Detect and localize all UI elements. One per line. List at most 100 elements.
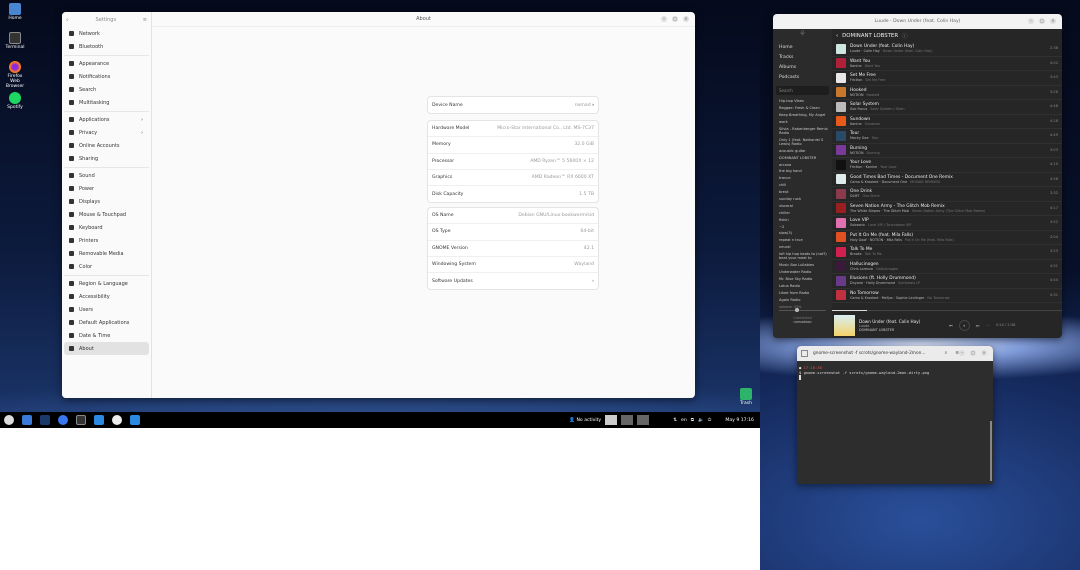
track-album[interactable]: Talk To Me (865, 252, 882, 256)
track-artists[interactable]: Dnyone · Holly Drummond (850, 281, 895, 285)
info-row-software-updates[interactable]: Software Updates › (428, 273, 598, 289)
track-row[interactable]: Hooked NOTION Hooked 3:26 (832, 86, 1062, 100)
workspace-1[interactable] (605, 415, 618, 425)
sidebar-item-applications[interactable]: Applications › (64, 113, 149, 126)
track-artists[interactable]: Sub Focus (850, 107, 867, 111)
workspace-2[interactable] (621, 415, 634, 425)
nav-podcasts[interactable]: Podcasts (773, 73, 832, 83)
track-artists[interactable]: Camo & Krooked · Document One (850, 180, 907, 184)
sidebar-item-default-applications[interactable]: Default Applications (64, 316, 149, 329)
track-album[interactable]: Tour (872, 136, 879, 140)
close-button[interactable]: × (1050, 18, 1056, 24)
track-album[interactable]: Solar System / Siren (870, 107, 904, 111)
track-album[interactable]: Burning (866, 151, 879, 155)
playlist-item[interactable]: neural (773, 245, 832, 249)
track-album[interactable]: Set Me Free (865, 78, 885, 82)
track-album[interactable]: Hallucinogen (876, 267, 898, 271)
track-artists[interactable]: NOTION (850, 151, 863, 155)
sidebar-item-keyboard[interactable]: Keyboard (64, 221, 149, 234)
device-name[interactable]: nomadeep (773, 320, 832, 324)
next-icon[interactable]: ⏭ (976, 323, 980, 328)
playlist-item[interactable]: repeat n true (773, 238, 832, 242)
search-input[interactable]: Search (776, 86, 829, 95)
sidebar-item-color[interactable]: Color (64, 260, 149, 273)
sidebar-item-privacy[interactable]: Privacy › (64, 126, 149, 139)
track-album[interactable]: Sundown (865, 122, 881, 126)
sidebar-item-printers[interactable]: Printers (64, 234, 149, 247)
taskbar-app-steam[interactable] (40, 415, 50, 425)
sidebar-item-online-accounts[interactable]: Online Accounts (64, 139, 149, 152)
sidebar-item-bluetooth[interactable]: Bluetooth (64, 40, 149, 53)
playlist-item[interactable]: Lotus Radio (773, 284, 832, 288)
taskbar-app-terminal[interactable] (76, 415, 86, 425)
track-artists[interactable]: DLMT (850, 194, 860, 198)
track-artists[interactable]: Subsonic (850, 223, 865, 227)
track-album[interactable]: Your Love (880, 165, 896, 169)
nav-home[interactable]: Home (773, 43, 832, 53)
playlist-item[interactable]: Silvia - Rabenberger Remix Radio (773, 127, 832, 135)
taskbar-app-visual-studio-code[interactable] (94, 415, 104, 425)
track-artists[interactable]: Luude · Colin Hay (850, 49, 880, 53)
playlist-item[interactable]: fishin (773, 218, 832, 222)
taskbar-app-debian[interactable] (4, 415, 14, 425)
track-row[interactable]: Love VIP Subsonic Love VIP / Touchdown VIP… (832, 216, 1062, 231)
volume-icon[interactable]: 🔈 (698, 418, 704, 423)
track-artists[interactable]: Chris Lorenzo (850, 267, 873, 271)
playlist-item[interactable]: trance (773, 176, 832, 180)
playlist-item[interactable]: ~2 (773, 225, 832, 229)
track-album[interactable]: Symbiosis LP (898, 281, 920, 285)
track-artists[interactable]: Camo & Krooked · Mefjus · Sophie Linding… (850, 296, 924, 300)
close-button[interactable]: × (981, 350, 987, 356)
playlist-item[interactable]: Liked from Radio (773, 291, 832, 295)
track-row[interactable]: Talk To Me Brooks Talk To Me 3:23 (832, 245, 1062, 260)
keyboard-layout[interactable]: en (681, 418, 687, 423)
sidebar-item-network[interactable]: Network (64, 27, 149, 40)
playlist-item[interactable]: arcana (773, 163, 832, 167)
desktop-icon-trash[interactable]: Trash (733, 388, 759, 406)
minimize-button[interactable]: – (959, 350, 965, 356)
device-name-card[interactable]: Device Name nomad › (428, 97, 598, 114)
track-artists[interactable]: Kanine (850, 64, 862, 68)
track-artists[interactable]: Friction (850, 78, 862, 82)
network-icon[interactable]: ⧉ (691, 417, 694, 423)
volume-slider[interactable] (779, 307, 826, 312)
playlist-item[interactable]: the big hand (773, 169, 832, 173)
track-row[interactable]: Set Me Free Friction Set Me Free 3:43 (832, 71, 1062, 86)
track-artists[interactable]: Holy Goof · NOTION · Mila Falls (850, 238, 902, 242)
sidebar-item-multitasking[interactable]: Multitasking (64, 96, 149, 109)
playlist-item[interactable]: sunday rush (773, 197, 832, 201)
playlist-item[interactable]: DOMINANT LOBSTER (773, 156, 832, 160)
sidebar-item-date-time[interactable]: Date & Time (64, 329, 149, 342)
sidebar-item-removable-media[interactable]: Removable Media (64, 247, 149, 260)
sidebar-item-about[interactable]: About (64, 342, 149, 355)
sidebar-item-users[interactable]: Users (64, 303, 149, 316)
sidebar-item-mouse-touchpad[interactable]: Mouse & Touchpad (64, 208, 149, 221)
nav-tracks[interactable]: Tracks (773, 53, 832, 63)
track-album[interactable]: One Drink (863, 194, 880, 198)
sidebar-item-power[interactable]: Power (64, 182, 149, 195)
track-artists[interactable]: Brooks (850, 252, 862, 256)
track-row[interactable]: One Drink DLMT One Drink 3:32 (832, 187, 1062, 202)
maximize-button[interactable]: □ (672, 16, 678, 22)
power-icon[interactable]: ⏻ (708, 417, 712, 423)
track-row[interactable]: Sundown Kanine Sundown 4:28 (832, 115, 1062, 129)
sidebar-item-appearance[interactable]: Appearance (64, 57, 149, 70)
track-row[interactable]: Seven Nation Army - The Glitch Mob Remix… (832, 202, 1062, 216)
track-artists[interactable]: Macky Gee (850, 136, 869, 140)
playlist-item[interactable]: visceral (773, 204, 832, 208)
playlist-item[interactable]: chill (773, 183, 832, 187)
activity-indicator[interactable]: 👤 No activity (569, 418, 601, 423)
sidebar-item-region-language[interactable]: Region & Language (64, 277, 149, 290)
track-album[interactable]: Seven Nation Army (The Glitch Mob Remix) (912, 209, 986, 213)
track-row[interactable]: Burning NOTION Burning 3:03 (832, 144, 1062, 158)
nav-albums[interactable]: Albums (773, 63, 832, 73)
track-album[interactable]: Down Under (feat. Colin Hay) (883, 49, 933, 53)
sidebar-item-search[interactable]: Search (64, 83, 149, 96)
maximize-button[interactable]: □ (970, 350, 976, 356)
minimize-button[interactable]: – (661, 16, 667, 22)
track-artists[interactable]: NOTION (850, 93, 863, 97)
pause-button[interactable]: ⏸ (958, 319, 970, 331)
now-playing-playlist[interactable]: DOMINANT LOBSTER (859, 328, 929, 332)
playlist-item[interactable]: slow(3) (773, 231, 832, 235)
track-album[interactable]: Want You (865, 64, 881, 68)
